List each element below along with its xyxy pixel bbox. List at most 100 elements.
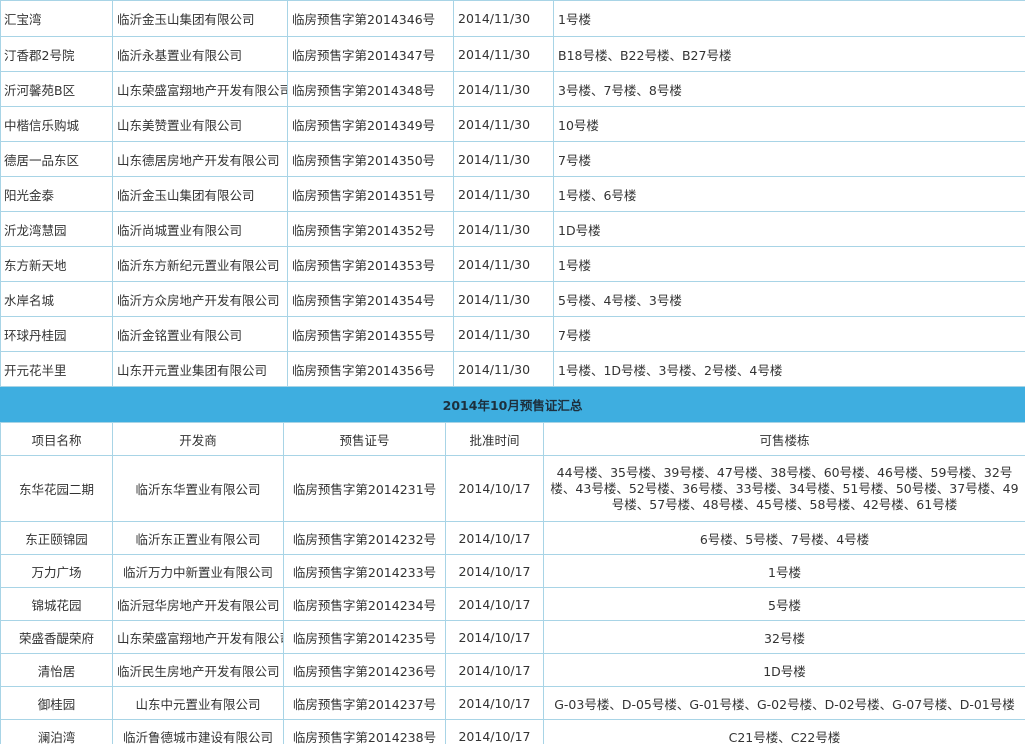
october-permit-table: 项目名称 开发商 预售证号 批准时间 可售楼栋 东华花园二期 临沂东华置业有限公… <box>0 422 1025 744</box>
permit-number-cell: 临房预售字第2014347号 <box>287 36 454 72</box>
developer-cell: 临沂方众房地产开发有限公司 <box>112 281 288 317</box>
permit-number-cell: 临房预售字第2014236号 <box>283 653 446 687</box>
permit-number-cell: 临房预售字第2014352号 <box>287 211 454 247</box>
project-name-cell[interactable]: 荣盛香醍荣府 <box>0 620 113 654</box>
approval-date-cell: 2014/11/30 <box>453 0 554 37</box>
permit-number-cell: 临房预售字第2014237号 <box>283 686 446 720</box>
project-name-cell[interactable]: 开元花半里 <box>0 351 113 387</box>
buildings-cell: 1D号楼 <box>553 211 1025 247</box>
header-approval-date: 批准时间 <box>445 422 544 456</box>
buildings-cell: 1号楼 <box>553 0 1025 37</box>
buildings-cell: 6号楼、5号楼、7号楼、4号楼 <box>543 521 1025 555</box>
table-row: 水岸名城 临沂方众房地产开发有限公司 临房预售字第2014354号 2014/1… <box>0 281 1025 317</box>
buildings-cell: 1号楼 <box>553 246 1025 282</box>
permit-number-cell: 临房预售字第2014234号 <box>283 587 446 621</box>
developer-cell: 临沂东正置业有限公司 <box>112 521 284 555</box>
developer-cell: 临沂尚城置业有限公司 <box>112 211 288 247</box>
permit-number-cell: 临房预售字第2014349号 <box>287 106 454 142</box>
table-row: 清怡居 临沂民生房地产开发有限公司 临房预售字第2014236号 2014/10… <box>0 653 1025 687</box>
table-row: 德居一品东区 山东德居房地产开发有限公司 临房预售字第2014350号 2014… <box>0 141 1025 177</box>
permit-number-cell: 临房预售字第2014353号 <box>287 246 454 282</box>
permit-number-cell: 临房预售字第2014232号 <box>283 521 446 555</box>
november-permit-table: 汇宝湾 临沂金玉山集团有限公司 临房预售字第2014346号 2014/11/3… <box>0 0 1025 387</box>
buildings-cell: 10号楼 <box>553 106 1025 142</box>
developer-cell: 临沂民生房地产开发有限公司 <box>112 653 284 687</box>
buildings-cell: C21号楼、C22号楼 <box>543 719 1025 744</box>
table-row: 汀香郡2号院 临沂永基置业有限公司 临房预售字第2014347号 2014/11… <box>0 36 1025 72</box>
developer-cell: 山东中元置业有限公司 <box>112 686 284 720</box>
approval-date-cell: 2014/11/30 <box>453 106 554 142</box>
table-row: 环球丹桂园 临沂金铭置业有限公司 临房预售字第2014355号 2014/11/… <box>0 316 1025 352</box>
developer-cell: 山东荣盛富翔地产开发有限公司 <box>112 620 284 654</box>
table-row: 荣盛香醍荣府 山东荣盛富翔地产开发有限公司 临房预售字第2014235号 201… <box>0 620 1025 654</box>
buildings-cell: 7号楼 <box>553 316 1025 352</box>
project-name-cell[interactable]: 万力广场 <box>0 554 113 588</box>
buildings-cell: 1号楼、6号楼 <box>553 176 1025 212</box>
project-name-cell[interactable]: 沂河馨苑B区 <box>0 71 113 107</box>
permit-number-cell: 临房预售字第2014355号 <box>287 316 454 352</box>
header-buildings: 可售楼栋 <box>543 422 1025 456</box>
developer-cell: 山东美赞置业有限公司 <box>112 106 288 142</box>
table-row: 澜泊湾 临沂鲁德城市建设有限公司 临房预售字第2014238号 2014/10/… <box>0 719 1025 744</box>
developer-cell: 临沂鲁德城市建设有限公司 <box>112 719 284 744</box>
permit-number-cell: 临房预售字第2014231号 <box>283 455 446 522</box>
table-row: 沂河馨苑B区 山东荣盛富翔地产开发有限公司 临房预售字第2014348号 201… <box>0 71 1025 107</box>
approval-date-cell: 2014/10/17 <box>445 686 544 720</box>
project-name-cell[interactable]: 东正颐锦园 <box>0 521 113 555</box>
developer-cell: 临沂永基置业有限公司 <box>112 36 288 72</box>
header-permit-number: 预售证号 <box>283 422 446 456</box>
buildings-cell: 44号楼、35号楼、39号楼、47号楼、38号楼、60号楼、46号楼、59号楼、… <box>543 455 1025 522</box>
approval-date-cell: 2014/10/17 <box>445 587 544 621</box>
developer-cell: 山东荣盛富翔地产开发有限公司 <box>112 71 288 107</box>
project-name-cell[interactable]: 清怡居 <box>0 653 113 687</box>
approval-date-cell: 2014/10/17 <box>445 653 544 687</box>
buildings-cell: 1D号楼 <box>543 653 1025 687</box>
developer-cell: 临沂金玉山集团有限公司 <box>112 0 288 37</box>
project-name-cell[interactable]: 澜泊湾 <box>0 719 113 744</box>
permit-number-cell: 临房预售字第2014351号 <box>287 176 454 212</box>
project-name-cell[interactable]: 阳光金泰 <box>0 176 113 212</box>
table-row: 沂龙湾慧园 临沂尚城置业有限公司 临房预售字第2014352号 2014/11/… <box>0 211 1025 247</box>
permit-number-cell: 临房预售字第2014350号 <box>287 141 454 177</box>
approval-date-cell: 2014/11/30 <box>453 141 554 177</box>
approval-date-cell: 2014/11/30 <box>453 71 554 107</box>
approval-date-cell: 2014/10/17 <box>445 455 544 522</box>
project-name-cell[interactable]: 环球丹桂园 <box>0 316 113 352</box>
project-name-cell[interactable]: 沂龙湾慧园 <box>0 211 113 247</box>
table-row: 中楷信乐购城 山东美赞置业有限公司 临房预售字第2014349号 2014/11… <box>0 106 1025 142</box>
developer-cell: 临沂冠华房地产开发有限公司 <box>112 587 284 621</box>
october-section-banner: 2014年10月预售证汇总 <box>0 387 1025 422</box>
project-name-cell[interactable]: 东华花园二期 <box>0 455 113 522</box>
developer-cell: 山东开元置业集团有限公司 <box>112 351 288 387</box>
header-developer: 开发商 <box>112 422 284 456</box>
developer-cell: 临沂金铭置业有限公司 <box>112 316 288 352</box>
approval-date-cell: 2014/11/30 <box>453 281 554 317</box>
approval-date-cell: 2014/10/17 <box>445 719 544 744</box>
presale-permit-page: 汇宝湾 临沂金玉山集团有限公司 临房预售字第2014346号 2014/11/3… <box>0 0 1025 744</box>
permit-number-cell: 临房预售字第2014235号 <box>283 620 446 654</box>
november-rows: 汇宝湾 临沂金玉山集团有限公司 临房预售字第2014346号 2014/11/3… <box>0 0 1025 387</box>
project-name-cell[interactable]: 御桂园 <box>0 686 113 720</box>
approval-date-cell: 2014/10/17 <box>445 554 544 588</box>
table-row: 阳光金泰 临沂金玉山集团有限公司 临房预售字第2014351号 2014/11/… <box>0 176 1025 212</box>
developer-cell: 临沂万力中新置业有限公司 <box>112 554 284 588</box>
project-name-cell[interactable]: 德居一品东区 <box>0 141 113 177</box>
project-name-cell[interactable]: 中楷信乐购城 <box>0 106 113 142</box>
header-project-name: 项目名称 <box>0 422 113 456</box>
project-name-cell[interactable]: 水岸名城 <box>0 281 113 317</box>
table-row: 开元花半里 山东开元置业集团有限公司 临房预售字第2014356号 2014/1… <box>0 351 1025 387</box>
permit-number-cell: 临房预售字第2014348号 <box>287 71 454 107</box>
buildings-cell: 5号楼、4号楼、3号楼 <box>553 281 1025 317</box>
project-name-cell[interactable]: 汀香郡2号院 <box>0 36 113 72</box>
project-name-cell[interactable]: 锦城花园 <box>0 587 113 621</box>
buildings-cell: 1号楼、1D号楼、3号楼、2号楼、4号楼 <box>553 351 1025 387</box>
buildings-cell: 3号楼、7号楼、8号楼 <box>553 71 1025 107</box>
buildings-cell: 1号楼 <box>543 554 1025 588</box>
approval-date-cell: 2014/10/17 <box>445 521 544 555</box>
table-row: 东华花园二期 临沂东华置业有限公司 临房预售字第2014231号 2014/10… <box>0 455 1025 522</box>
project-name-cell[interactable]: 汇宝湾 <box>0 0 113 37</box>
project-name-cell[interactable]: 东方新天地 <box>0 246 113 282</box>
buildings-cell: 7号楼 <box>553 141 1025 177</box>
developer-cell: 山东德居房地产开发有限公司 <box>112 141 288 177</box>
buildings-cell: B18号楼、B22号楼、B27号楼 <box>553 36 1025 72</box>
